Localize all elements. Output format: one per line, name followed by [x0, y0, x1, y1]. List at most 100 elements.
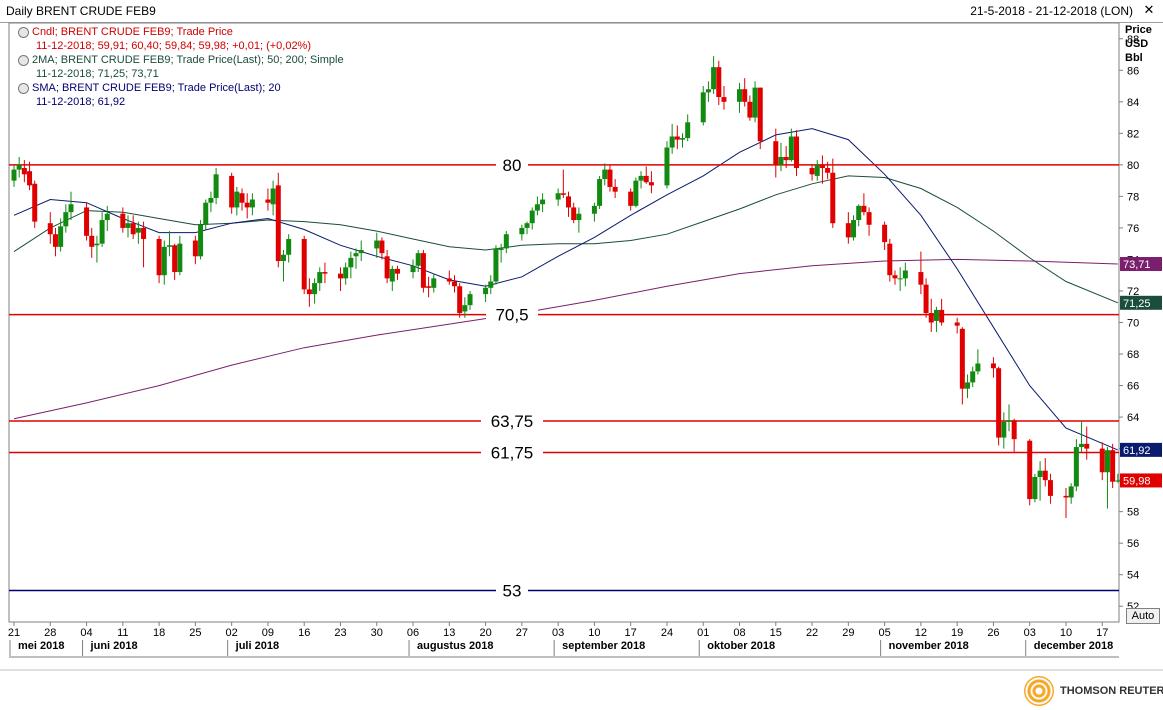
candle — [519, 224, 525, 241]
y-tick-label: 68 — [1127, 349, 1139, 361]
series-toggle-icon[interactable] — [18, 83, 29, 94]
candle-body — [130, 223, 136, 235]
candle-body — [788, 136, 794, 161]
candle-body — [358, 249, 364, 254]
candle — [379, 237, 385, 260]
candle-body — [317, 272, 323, 284]
candle-body — [343, 267, 349, 279]
candle — [322, 262, 328, 284]
legend-item-2ma[interactable]: 2MA; BRENT CRUDE FEB9; Trade Price(Last)… — [18, 53, 344, 67]
x-tick-label: 19 — [951, 627, 963, 639]
candle-body — [742, 89, 748, 102]
candle — [1042, 458, 1048, 487]
y-axis-unit-price: Price — [1125, 24, 1152, 36]
candle — [990, 357, 996, 378]
y-tick-label: 86 — [1127, 65, 1139, 77]
x-tick-label: 08 — [733, 627, 745, 639]
price-tag-label: 61,92 — [1123, 445, 1151, 457]
candle-body — [928, 313, 934, 323]
y-tick-label: 84 — [1127, 97, 1139, 109]
candle-body — [965, 382, 971, 389]
candle-body — [203, 202, 209, 225]
price-tag-label: 59,98 — [1123, 475, 1151, 487]
candle-body — [819, 164, 825, 169]
candle-body — [192, 240, 198, 257]
candle — [374, 232, 380, 258]
candle-body — [602, 169, 608, 180]
candle — [1084, 426, 1090, 460]
series-toggle-icon[interactable] — [18, 55, 29, 66]
candle-body — [493, 248, 499, 282]
candle-body — [591, 205, 597, 214]
y-axis-header: Price USD Bbl — [1125, 23, 1152, 65]
candle-body — [446, 278, 452, 282]
candle — [638, 171, 644, 189]
candle-body — [1001, 421, 1007, 438]
candle-body — [975, 363, 981, 372]
candle — [234, 186, 240, 216]
candle — [280, 249, 286, 282]
candle — [244, 193, 250, 219]
candle — [410, 259, 416, 279]
candle — [856, 204, 862, 227]
candle-body — [27, 171, 33, 186]
candle-body — [420, 253, 426, 288]
candle — [32, 180, 38, 228]
legend-item-sma[interactable]: SMA; BRENT CRUDE FEB9; Trade Price(Last)… — [18, 81, 344, 95]
candle-body — [887, 243, 893, 276]
candle-body — [716, 67, 722, 98]
legend-values-2ma: 11-12-2018; 71,25; 73,71 — [36, 68, 159, 80]
candle — [208, 191, 214, 213]
candle-body — [16, 164, 22, 170]
candle-body — [566, 196, 571, 208]
candle-body — [234, 191, 240, 208]
candle — [451, 275, 457, 293]
candle-body — [959, 328, 965, 389]
candle — [752, 81, 758, 123]
candle-body — [21, 168, 27, 175]
candle — [94, 235, 100, 263]
candle — [488, 275, 494, 295]
candle-body — [32, 183, 38, 222]
candle — [27, 161, 33, 191]
candle — [524, 221, 530, 235]
candle — [1110, 443, 1116, 489]
candle-body — [141, 227, 147, 239]
candle — [275, 172, 281, 268]
series-toggle-icon[interactable] — [18, 27, 29, 38]
candle-body — [680, 138, 686, 140]
candle-body — [1006, 420, 1012, 422]
candle-body — [1032, 476, 1038, 500]
candle — [198, 220, 204, 260]
candle — [286, 234, 292, 263]
candle-body — [213, 174, 219, 198]
x-tick-label: 27 — [516, 627, 528, 639]
candle — [788, 128, 794, 162]
candle — [954, 317, 960, 334]
candle — [747, 95, 753, 121]
candle-body — [794, 136, 800, 169]
candle — [757, 87, 763, 150]
candle-body — [394, 268, 400, 274]
x-tick-label: 21 — [8, 627, 20, 639]
candle — [1047, 473, 1053, 504]
candle — [721, 86, 727, 110]
x-tick-label: 30 — [371, 627, 383, 639]
candle — [887, 238, 893, 282]
candle-body — [633, 180, 639, 206]
candle-body — [410, 265, 416, 273]
candle — [529, 207, 535, 230]
candle — [711, 56, 717, 94]
plot-frame — [0, 22, 1163, 671]
candle — [99, 212, 105, 247]
candle — [555, 188, 561, 206]
candle-body — [286, 238, 292, 255]
candle-body — [52, 234, 58, 247]
candle — [177, 235, 183, 276]
auto-scale-button[interactable]: Auto — [1126, 608, 1160, 624]
candle-body — [752, 87, 758, 118]
candle-body — [1037, 470, 1043, 477]
candle-body — [571, 207, 577, 221]
candle-body — [902, 270, 908, 279]
legend-item-candle[interactable]: Cndl; BRENT CRUDE FEB9; Trade Price — [18, 25, 344, 39]
